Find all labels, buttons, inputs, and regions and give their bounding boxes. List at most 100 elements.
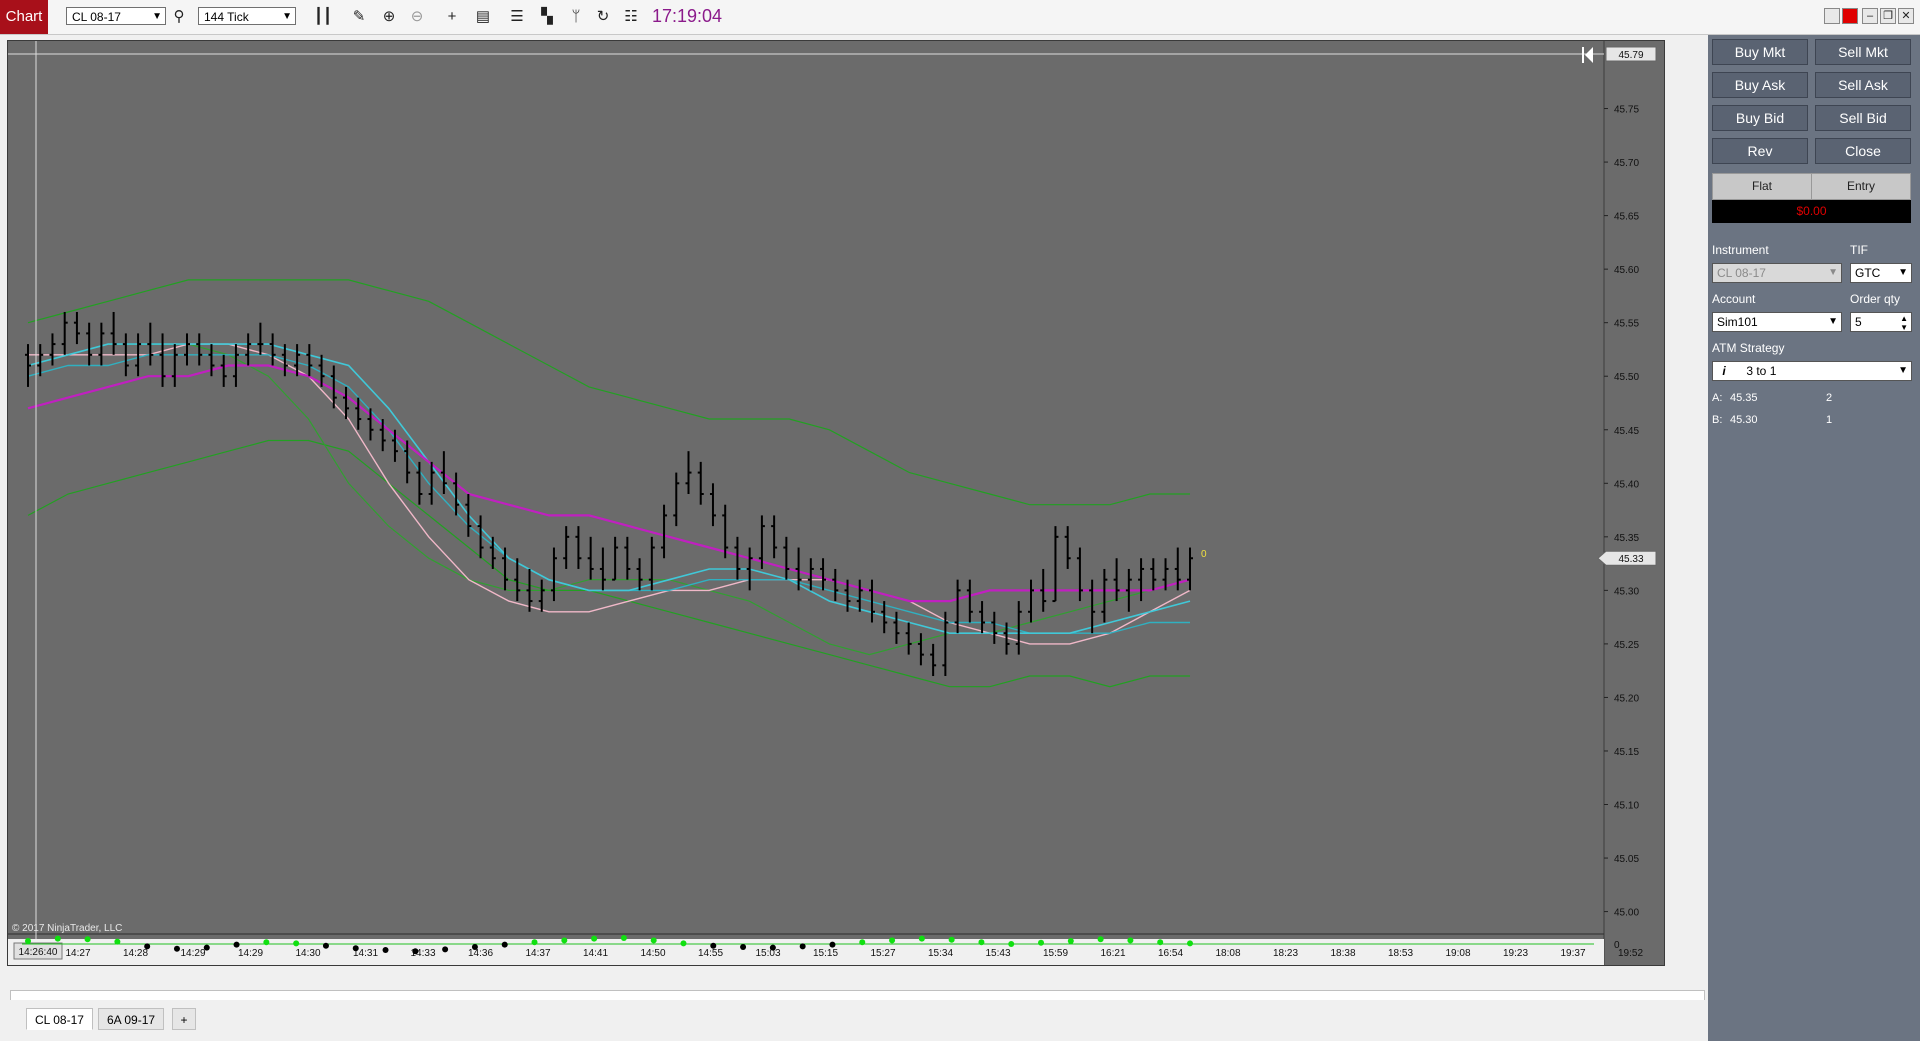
atm-strategy-select[interactable]: i 3 to 1 ▼ [1712,361,1912,381]
time-tick-label: 15:03 [755,948,780,959]
order-qty-stepper[interactable]: 5 ▲ ▼ [1850,312,1912,332]
price-tick-label: 45.70 [1614,158,1639,169]
bollinger-upper-line [27,279,1190,506]
time-tick-label: 19:52 [1618,948,1643,959]
oscillator-dot [144,943,151,950]
instrument-field: CL 08-17 ▼ [1712,263,1842,283]
oscillator-dot [173,945,180,952]
tif-label: TIF [1850,243,1868,257]
price-tick-label: 45.50 [1614,372,1639,383]
oscillator-dot [829,941,836,948]
crosshair-icon[interactable]: + [443,8,461,26]
oscillator-dot [1097,936,1104,943]
toolbar: Chart CL 08-17 ▼ ⚲ 144 Tick ▼ ┃┃ ✎ ⊕ ⊖ +… [0,0,1920,35]
buy-market-button[interactable]: Buy Mkt [1712,39,1808,65]
time-tick-label: 14:29 [238,948,263,959]
instrument-selector[interactable]: CL 08-17 ▼ [66,7,166,25]
oscillator-dot [84,936,91,943]
price-axis-bg [1604,41,1664,965]
target-b-label: B: [1712,414,1723,426]
interval-selector-value: 144 Tick [204,10,249,24]
indicators-icon[interactable]: ▚ [538,8,556,26]
price-tick-label: 45.10 [1614,801,1639,812]
order-qty-label: Order qty [1850,292,1901,306]
add-tab-button[interactable]: + [172,1008,196,1030]
target-a-label: A: [1712,392,1723,404]
time-tick-label: 15:27 [870,948,895,959]
instrument-field-value: CL 08-17 [1717,266,1766,280]
strategy-icon[interactable]: ᛘ [567,8,585,26]
buy-ask-button[interactable]: Buy Ask [1712,72,1808,98]
tick-counter-label: 0 [1201,549,1207,560]
time-tick-label: 14:28 [123,948,148,959]
time-tick-label: 14:36 [468,948,493,959]
reverse-button[interactable]: Rev [1712,138,1808,164]
close-position-button[interactable]: Close [1815,138,1911,164]
time-tick-label: 14:29 [180,948,205,959]
info-icon[interactable]: i [1713,362,1735,380]
refresh-icon[interactable]: ↻ [594,8,612,26]
link-color-button[interactable] [1842,8,1858,24]
time-tick-label: 16:21 [1100,948,1125,959]
restore-icon[interactable]: ❐ [1880,8,1896,24]
target-b-qty: 1 [1826,414,1833,426]
oscillator-dot [620,935,627,941]
close-icon[interactable]: ✕ [1898,8,1914,24]
oscillator-dot [859,939,866,946]
sell-bid-button[interactable]: Sell Bid [1815,105,1911,131]
price-tick-label: 45.45 [1614,426,1639,437]
crosshair-time-label: 14:26:40 [19,947,58,958]
buy-bid-button[interactable]: Buy Bid [1712,105,1808,131]
target-a-price: 45.35 [1730,392,1758,404]
oscillator-dot [1127,937,1134,944]
sell-market-button[interactable]: Sell Mkt [1815,39,1911,65]
list-icon[interactable]: ☷ [622,8,640,26]
oscillator-dot [680,940,687,947]
moving-average-magenta-line [27,364,1191,603]
oscillator-dot [650,937,657,944]
data-box-icon[interactable]: ▤ [474,8,492,26]
pencil-icon[interactable]: ✎ [350,8,368,26]
time-tick-label: 14:37 [525,948,550,959]
account-select[interactable]: Sim101 ▼ [1712,312,1842,332]
instrument-label: Instrument [1712,243,1769,257]
bollinger-lower-line [27,439,1190,688]
oscillator-dot [561,937,568,944]
price-marker-top-label: 45.79 [1618,50,1643,61]
scroll-to-end-bar [1582,47,1584,63]
minimize-icon[interactable]: – [1862,8,1878,24]
oscillator-dot [710,942,717,949]
oscillator-dot [918,935,925,942]
interval-selector[interactable]: 144 Tick ▼ [198,7,296,25]
time-tick-label: 14:27 [65,948,90,959]
time-tick-label: 18:53 [1388,948,1413,959]
price-chart[interactable]: 45.75 45.70 45.65 45.60 45.55 45.50 45.45 45.40… [8,41,1664,965]
oscillator-dot [263,939,270,946]
sell-ask-button[interactable]: Sell Ask [1815,72,1911,98]
properties-icon[interactable]: ☰ [508,8,526,26]
time-tick-label: 19:23 [1503,948,1528,959]
time-tick-label: 16:54 [1158,948,1183,959]
time-tick-label: 19:08 [1445,948,1470,959]
stepper-arrows-icon[interactable]: ▲ ▼ [1900,314,1908,332]
oscillator-dot [412,948,419,955]
time-tick-label: 18:23 [1273,948,1298,959]
time-tick-label: 15:59 [1043,948,1068,959]
price-axis: 45.75 45.70 45.65 45.60 45.55 45.50 45.45 45.40… [1603,41,1664,965]
bar-style-icon[interactable]: ┃┃ [314,8,332,26]
window-color-button[interactable] [1824,8,1840,24]
tab-cl-08-17[interactable]: CL 08-17 [26,1008,93,1030]
chart-panel[interactable]: 45.75 45.70 45.65 45.60 45.55 45.50 45.45 45.40… [7,40,1665,966]
price-tick-label: 45.65 [1614,212,1639,223]
zoom-out-icon[interactable]: ⊖ [408,8,426,26]
oscillator-dot [1038,939,1045,946]
oscillator-dot [322,942,329,949]
time-tick-label: 19:37 [1560,948,1585,959]
oscillator-dot [591,935,598,942]
tif-select[interactable]: GTC ▼ [1850,263,1912,283]
zoom-in-icon[interactable]: ⊕ [380,8,398,26]
instrument-selector-value: CL 08-17 [72,10,121,24]
price-tick-label: 45.40 [1614,479,1639,490]
tab-6a-09-17[interactable]: 6A 09-17 [98,1008,165,1030]
search-icon[interactable]: ⚲ [170,8,188,26]
